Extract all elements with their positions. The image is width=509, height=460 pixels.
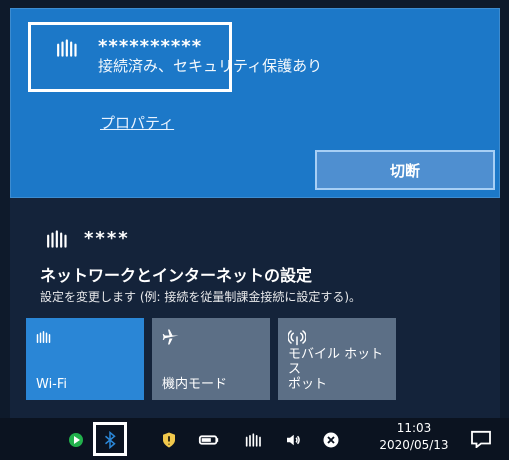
wifi-icon <box>57 39 77 57</box>
wifi-icon <box>36 331 51 343</box>
network-settings-description: 設定を変更します (例: 接続を従量制課金接続に設定する)。 <box>40 290 362 304</box>
clock-date: 2020/05/13 <box>379 438 449 452</box>
mobile-hotspot-label: モバイル ホットス ポット <box>288 347 384 392</box>
wifi-toggle[interactable]: Wi-Fi <box>26 318 144 400</box>
wifi-toggle-label: Wi-Fi <box>36 377 68 392</box>
wifi-icon[interactable] <box>245 430 265 450</box>
bluetooth-icon[interactable] <box>100 430 120 450</box>
properties-link[interactable]: プロパティ <box>100 112 174 133</box>
airplane-icon <box>162 329 179 345</box>
network-name: ********** <box>98 36 203 57</box>
close-icon[interactable] <box>322 430 340 450</box>
quick-actions: Wi-Fi 機内モード モバイル ホットス ポット <box>26 318 396 400</box>
network-settings-title[interactable]: ネットワークとインターネットの設定 <box>40 262 312 286</box>
connected-network-card[interactable]: ********** 接続済み、セキュリティ保護あり プロパティ 切断 <box>10 8 500 198</box>
wifi-icon <box>47 229 67 248</box>
notification-icon[interactable] <box>470 430 492 449</box>
other-network-item[interactable]: **** <box>46 228 130 249</box>
taskbar: 11:03 2020/05/13 <box>0 418 509 460</box>
clock[interactable]: 11:03 2020/05/13 <box>372 420 456 454</box>
other-network-name: **** <box>84 228 130 249</box>
connected-network-row[interactable]: ********** 接続済み、セキュリティ保護あり <box>56 38 322 76</box>
app-icon[interactable] <box>68 430 84 450</box>
volume-icon[interactable] <box>283 430 303 450</box>
disconnect-button[interactable]: 切断 <box>315 150 495 190</box>
mobile-hotspot-toggle[interactable]: モバイル ホットス ポット <box>278 318 396 400</box>
airplane-mode-label: 機内モード <box>162 377 228 392</box>
network-status: 接続済み、セキュリティ保護あり <box>98 57 323 75</box>
clock-time: 11:03 <box>396 421 432 435</box>
battery-icon[interactable] <box>198 430 220 450</box>
hotspot-icon <box>288 330 306 346</box>
network-panel: **** ネットワークとインターネットの設定 設定を変更します (例: 接続を従… <box>10 198 500 418</box>
airplane-mode-toggle[interactable]: 機内モード <box>152 318 270 400</box>
security-icon[interactable] <box>160 430 178 450</box>
